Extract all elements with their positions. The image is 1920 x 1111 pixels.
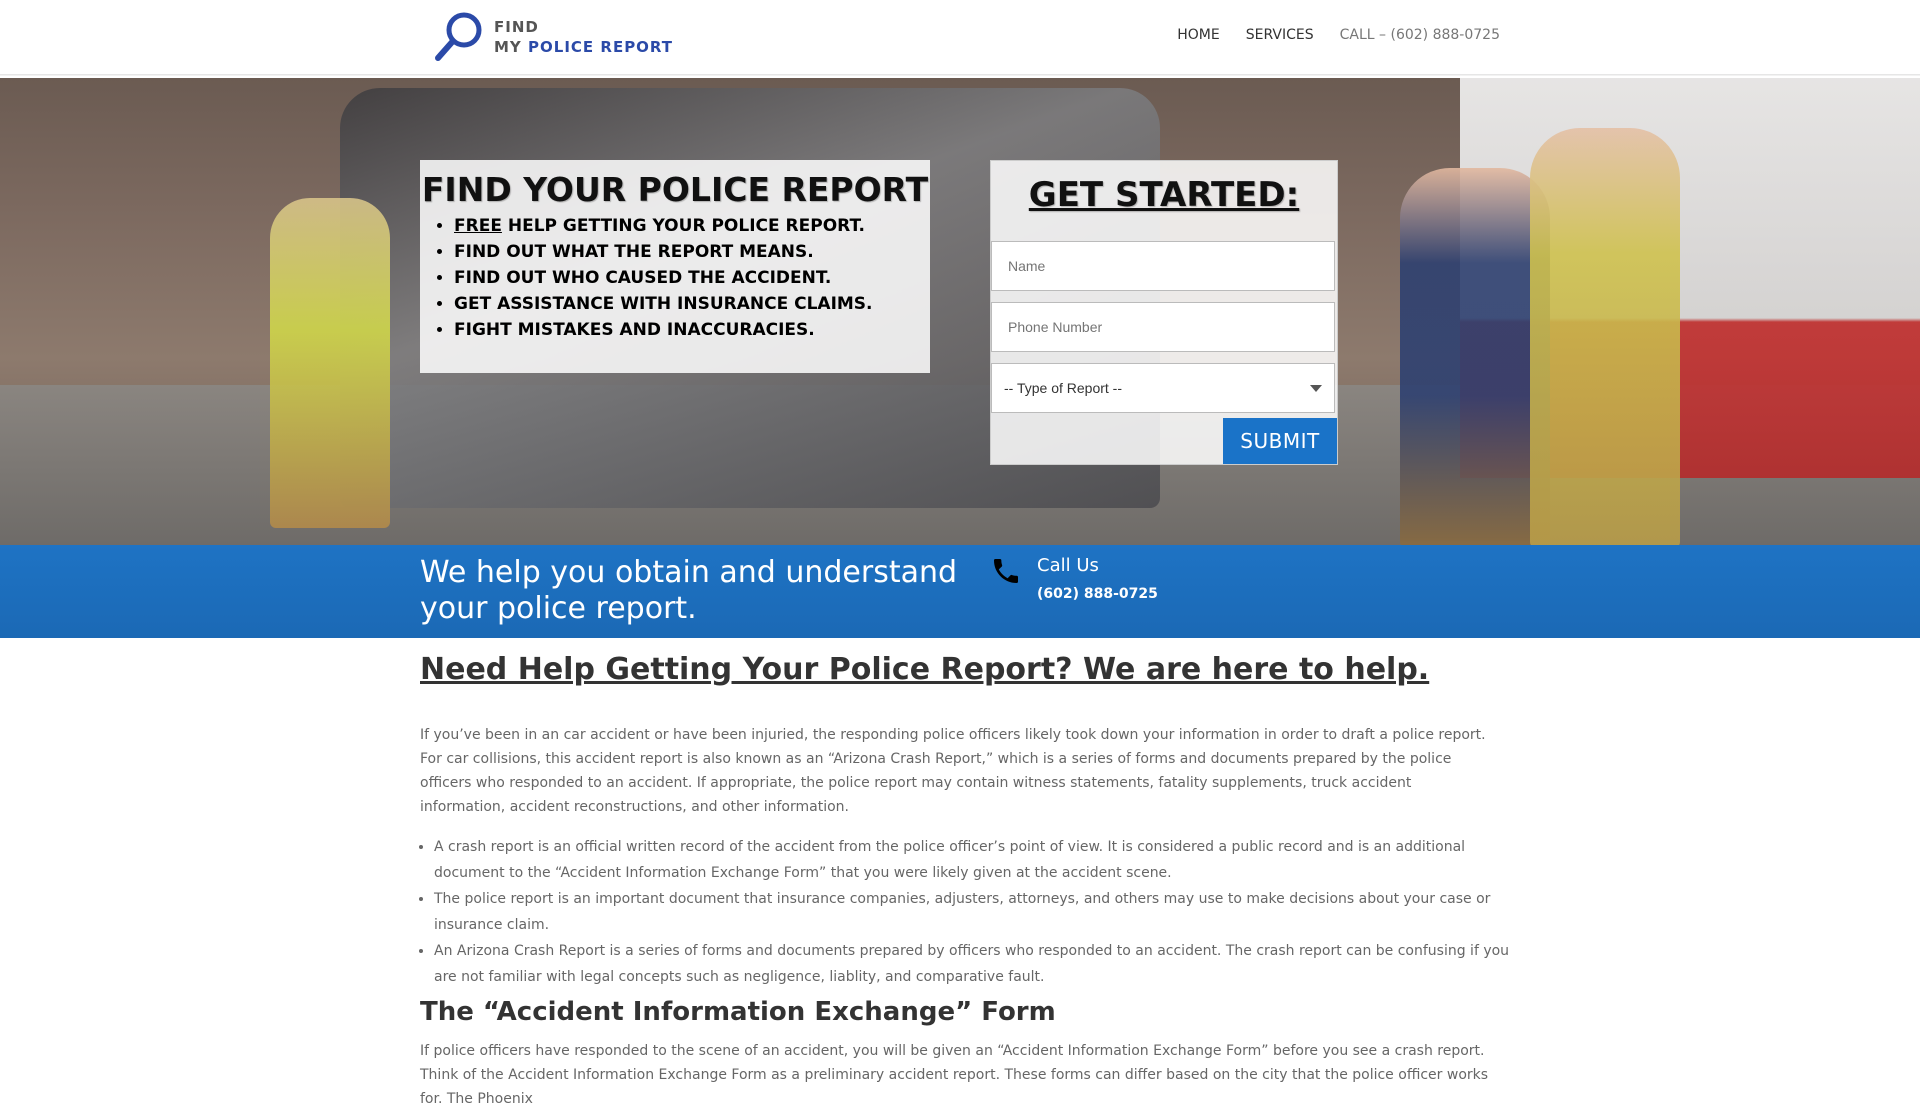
form-title: GET STARTED:	[1028, 175, 1300, 215]
band-tagline: We help you obtain and understand your p…	[420, 555, 958, 626]
name-input[interactable]	[991, 241, 1335, 291]
promo-list: FREE HELP GETTING YOUR POLICE REPORT. FI…	[420, 213, 930, 343]
hero-firefighter-right	[1530, 128, 1680, 545]
intro-paragraph: If you’ve been in an car accident or hav…	[420, 727, 1486, 815]
promo-title: FIND YOUR POLICE REPORT	[421, 170, 929, 209]
promo-item-text: FIND OUT WHO CAUSED THE ACCIDENT.	[454, 268, 832, 288]
hero-banner	[0, 78, 1920, 545]
call-label: Call Us	[1037, 555, 1099, 576]
exchange-form-heading: The “Accident Information Exchange” Form	[420, 997, 1056, 1027]
nav-call[interactable]: CALL – (602) 888-0725	[1340, 27, 1500, 43]
promo-item: FREE HELP GETTING YOUR POLICE REPORT.	[454, 213, 930, 239]
logo-text: FIND MY POLICE REPORT	[494, 17, 673, 57]
phone-icon	[994, 559, 1018, 583]
report-type-select[interactable]: -- Type of Report --	[991, 363, 1335, 413]
report-type-value: -- Type of Report --	[1004, 380, 1123, 396]
magnifier-icon	[435, 12, 482, 61]
logo-line2: MY POLICE REPORT	[494, 37, 673, 57]
main-content: Need Help Getting Your Police Report? We…	[420, 652, 1509, 1107]
get-started-form: GET STARTED: -- Type of Report -- SUBMIT	[990, 160, 1338, 465]
site-header: FIND MY POLICE REPORT HOME SERVICES CALL…	[0, 0, 1920, 75]
content-heading: Need Help Getting Your Police Report? We…	[420, 652, 1430, 687]
promo-item-text: FIND OUT WHAT THE REPORT MEANS.	[454, 242, 814, 262]
list-item: The police report is an important docume…	[434, 886, 1514, 938]
site-logo[interactable]: FIND MY POLICE REPORT	[432, 10, 692, 64]
info-bullets: A crash report is an official written re…	[420, 834, 1514, 990]
promo-item: GET ASSISTANCE WITH INSURANCE CLAIMS.	[454, 291, 930, 317]
logo-line1: FIND	[494, 18, 539, 36]
main-nav: HOME SERVICES CALL – (602) 888-0725	[1177, 27, 1500, 43]
promo-item-text: FIGHT MISTAKES AND INACCURACIES.	[454, 320, 815, 340]
promo-item: FIND OUT WHO CAUSED THE ACCIDENT.	[454, 265, 930, 291]
logo-line2-prefix: MY	[494, 38, 522, 56]
submit-button[interactable]: SUBMIT	[1223, 418, 1337, 464]
promo-item-underlined: FREE	[454, 216, 502, 236]
promo-box: FIND YOUR POLICE REPORT FREE HELP GETTIN…	[420, 160, 930, 373]
nav-home[interactable]: HOME	[1177, 27, 1219, 43]
logo-line2-accent: POLICE REPORT	[528, 38, 674, 56]
hero-firefighter-left	[270, 198, 390, 528]
call-number[interactable]: (602) 888-0725	[1037, 586, 1158, 602]
promo-item-text: GET ASSISTANCE WITH INSURANCE CLAIMS.	[454, 294, 873, 314]
promo-item: FIGHT MISTAKES AND INACCURACIES.	[454, 317, 930, 343]
nav-services[interactable]: SERVICES	[1246, 27, 1314, 43]
exchange-form-paragraph: If police officers have responded to the…	[420, 1043, 1489, 1107]
info-band: We help you obtain and understand your p…	[0, 545, 1920, 638]
chevron-down-icon	[1310, 384, 1322, 392]
hero-person-center	[1400, 168, 1550, 545]
promo-item-text: HELP GETTING YOUR POLICE REPORT.	[501, 216, 865, 236]
list-item: A crash report is an official written re…	[434, 834, 1514, 886]
phone-input[interactable]	[991, 302, 1335, 352]
list-item: An Arizona Crash Report is a series of f…	[434, 938, 1514, 990]
promo-item: FIND OUT WHAT THE REPORT MEANS.	[454, 239, 930, 265]
